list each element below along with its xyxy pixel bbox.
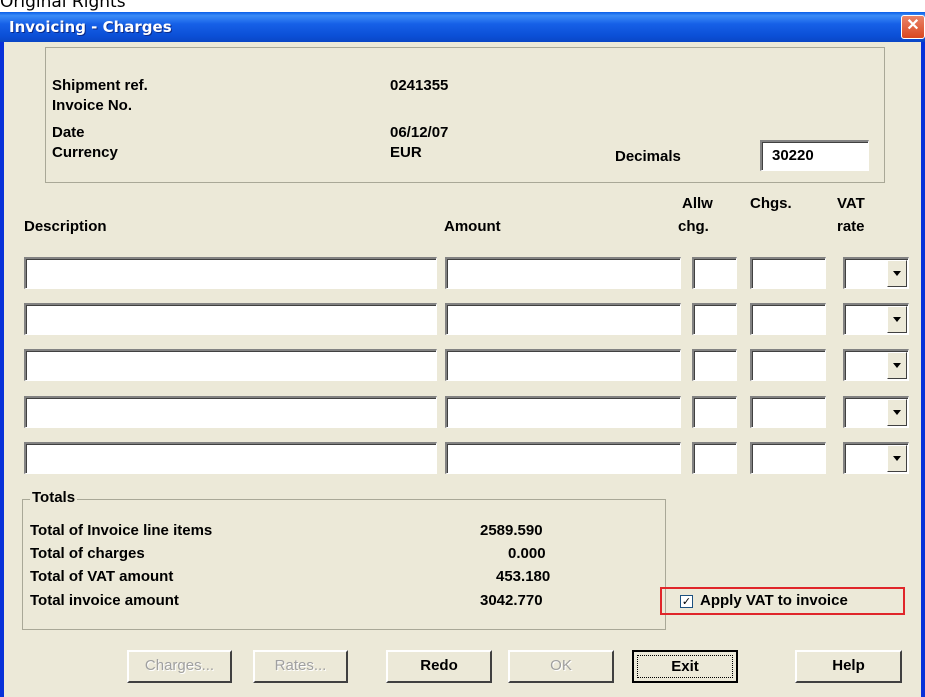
description-input[interactable] xyxy=(24,442,437,474)
exit-button-label: Exit xyxy=(637,655,733,678)
chevron-down-icon[interactable] xyxy=(887,352,907,379)
rates-button[interactable]: Rates... xyxy=(253,650,348,683)
exit-button[interactable]: Exit xyxy=(632,650,738,683)
shipment-ref-value: 0241355 xyxy=(390,77,449,94)
col-allw-line1: Allw xyxy=(682,195,713,212)
date-label: Date xyxy=(52,124,85,141)
apply-vat-checkbox[interactable]: ✓ xyxy=(680,595,693,608)
chgs-input[interactable] xyxy=(750,303,826,335)
shipment-info-panel xyxy=(45,47,885,183)
total-line-items-label: Total of Invoice line items xyxy=(30,522,213,539)
shipment-ref-label: Shipment ref. xyxy=(52,77,148,94)
vat-rate-select[interactable] xyxy=(843,303,909,335)
date-value: 06/12/07 xyxy=(390,124,449,141)
description-input[interactable] xyxy=(24,257,437,289)
vat-rate-select[interactable] xyxy=(843,349,909,381)
allw-chg-input[interactable] xyxy=(692,442,737,474)
chevron-down-icon[interactable] xyxy=(887,445,907,472)
vat-rate-select[interactable] xyxy=(843,396,909,428)
total-charges-value: 0.000 xyxy=(508,545,546,562)
currency-label: Currency xyxy=(52,144,118,161)
col-amount: Amount xyxy=(444,218,501,235)
background-window-text: Original Rights xyxy=(0,0,925,12)
decimals-label: Decimals xyxy=(615,148,681,165)
col-chgs: Chgs. xyxy=(750,195,792,212)
allw-chg-input[interactable] xyxy=(692,349,737,381)
total-invoice-label: Total invoice amount xyxy=(30,592,179,609)
vat-rate-select[interactable] xyxy=(843,442,909,474)
chgs-input[interactable] xyxy=(750,349,826,381)
total-vat-value: 453.180 xyxy=(496,568,551,585)
total-invoice-value: 3042.770 xyxy=(480,592,543,609)
chgs-input[interactable] xyxy=(750,442,826,474)
col-vat-line2: rate xyxy=(837,218,865,235)
allw-chg-input[interactable] xyxy=(692,303,737,335)
redo-button[interactable]: Redo xyxy=(386,650,492,683)
allw-chg-input[interactable] xyxy=(692,396,737,428)
col-description: Description xyxy=(24,218,107,235)
close-icon[interactable]: ✕ xyxy=(901,15,925,39)
window-title: Invoicing - Charges xyxy=(9,18,172,36)
allw-chg-input[interactable] xyxy=(692,257,737,289)
apply-vat-label[interactable]: Apply VAT to invoice xyxy=(700,592,848,609)
amount-input[interactable] xyxy=(445,442,681,474)
charges-button[interactable]: Charges... xyxy=(127,650,232,683)
currency-value: EUR xyxy=(390,144,422,161)
background-label: Original Rights xyxy=(0,0,126,12)
description-input[interactable] xyxy=(24,303,437,335)
description-input[interactable] xyxy=(24,396,437,428)
amount-input[interactable] xyxy=(445,303,681,335)
vat-rate-select[interactable] xyxy=(843,257,909,289)
totals-group xyxy=(22,499,666,630)
chevron-down-icon[interactable] xyxy=(887,260,907,287)
total-charges-label: Total of charges xyxy=(30,545,145,562)
chgs-input[interactable] xyxy=(750,257,826,289)
amount-input[interactable] xyxy=(445,257,681,289)
decimals-input[interactable]: 30220 xyxy=(760,140,869,171)
chevron-down-icon[interactable] xyxy=(887,399,907,426)
ok-button[interactable]: OK xyxy=(508,650,614,683)
amount-input[interactable] xyxy=(445,396,681,428)
chevron-down-icon[interactable] xyxy=(887,306,907,333)
decimals-value: 30220 xyxy=(772,147,814,164)
totals-legend: Totals xyxy=(30,489,78,506)
help-button[interactable]: Help xyxy=(795,650,902,683)
col-allw-line2: chg. xyxy=(678,218,709,235)
total-vat-label: Total of VAT amount xyxy=(30,568,174,585)
col-vat-line1: VAT xyxy=(837,195,865,212)
title-bar[interactable]: Invoicing - Charges ✕ xyxy=(0,12,925,42)
amount-input[interactable] xyxy=(445,349,681,381)
total-line-items-value: 2589.590 xyxy=(480,522,543,539)
chgs-input[interactable] xyxy=(750,396,826,428)
description-input[interactable] xyxy=(24,349,437,381)
invoice-no-label: Invoice No. xyxy=(52,97,133,114)
